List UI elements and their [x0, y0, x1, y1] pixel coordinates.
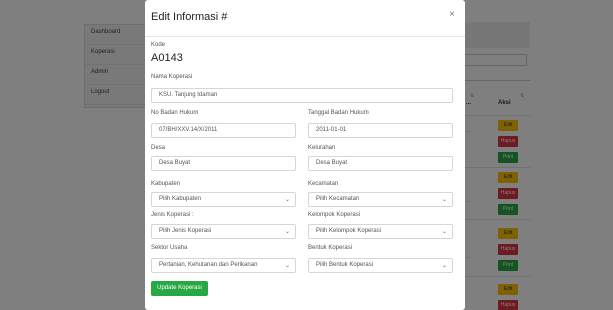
desa-input[interactable]: Desa Buyat: [151, 156, 296, 171]
kecamatan-label: Kecamatan: [308, 181, 339, 187]
nama-koperasi-label: Nama Koperasi: [151, 74, 193, 80]
sektor-usaha-label: Sektor Usaha: [151, 245, 188, 251]
update-koperasi-button[interactable]: Update Koperasi: [151, 281, 208, 296]
no-badan-hukum-label: No Badan Hukum: [151, 110, 199, 116]
sektor-usaha-select[interactable]: Pertanian, Kehutanan dan Perikanan ⌄: [151, 258, 296, 273]
edit-koperasi-modal: Edit Informasi # × Kode A0143 Nama Koper…: [145, 0, 465, 310]
kelurahan-input[interactable]: Desa Buyat: [308, 156, 453, 171]
bentuk-koperasi-label: Bentuk Koperasi: [308, 245, 353, 251]
jenis-koperasi-label: Jenis Koperasi :: [151, 212, 194, 218]
chevron-down-icon: ⌄: [284, 197, 290, 203]
bentuk-koperasi-selected-value: Pilih Bentuk Koperasi: [316, 262, 374, 268]
modal-title: Edit Informasi #: [151, 11, 228, 23]
kode-label: Kode: [151, 42, 166, 48]
jenis-koperasi-select[interactable]: Pilih Jenis Koperasi ⌄: [151, 224, 296, 239]
bentuk-koperasi-select[interactable]: Pilih Bentuk Koperasi ⌄: [308, 258, 453, 273]
nama-koperasi-input[interactable]: KSU. Tanjung Idaman: [151, 88, 453, 103]
kabupaten-label: Kabupaten: [151, 181, 181, 187]
kelurahan-label: Kelurahan: [308, 145, 336, 151]
chevron-down-icon: ⌄: [441, 229, 447, 235]
close-icon[interactable]: ×: [449, 9, 455, 20]
tanggal-badan-hukum-label: Tanggal Badan Hukum: [308, 110, 369, 116]
chevron-down-icon: ⌄: [441, 197, 447, 203]
desa-label: Desa: [151, 145, 166, 151]
tanggal-badan-hukum-input[interactable]: 2011-01-01: [308, 123, 453, 138]
kecamatan-selected-value: Pilih Kecamatan: [316, 196, 360, 202]
no-badan-hukum-input[interactable]: 07/BH/XXV.14/X/2011: [151, 123, 296, 138]
kecamatan-select[interactable]: Pilih Kecamatan ⌄: [308, 192, 453, 207]
kelompok-koperasi-label: Kelompok Koperasi: [308, 212, 361, 218]
kabupaten-selected-value: Pilih Kabupaten: [159, 196, 202, 202]
jenis-koperasi-selected-value: Pilih Jenis Koperasi: [159, 228, 212, 234]
modal-header: Edit Informasi # ×: [145, 0, 465, 37]
chevron-down-icon: ⌄: [284, 263, 290, 269]
kelompok-koperasi-select[interactable]: Pilih Kelompok Koperasi ⌄: [308, 224, 453, 239]
chevron-down-icon: ⌄: [441, 263, 447, 269]
kelompok-koperasi-selected-value: Pilih Kelompok Koperasi: [316, 228, 382, 234]
chevron-down-icon: ⌄: [284, 229, 290, 235]
sektor-usaha-selected-value: Pertanian, Kehutanan dan Perikanan: [159, 262, 258, 268]
kode-value: A0143: [151, 52, 183, 64]
kabupaten-select[interactable]: Pilih Kabupaten ⌄: [151, 192, 296, 207]
